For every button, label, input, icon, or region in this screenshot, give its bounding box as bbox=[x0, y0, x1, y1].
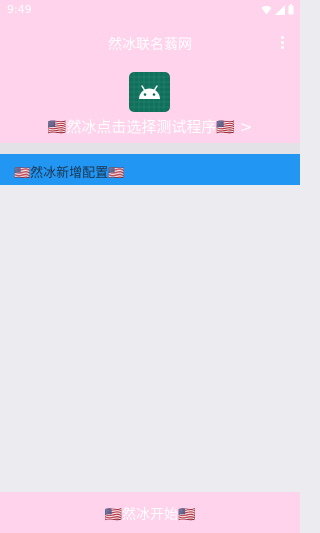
start-button-label: 🇺🇸然冰开始🇺🇸 bbox=[104, 507, 196, 523]
status-bar: 9:49 bbox=[0, 0, 300, 22]
section-divider bbox=[0, 143, 300, 154]
overflow-dot-icon bbox=[281, 41, 284, 44]
overflow-dot-icon bbox=[281, 36, 284, 39]
overflow-menu-button[interactable] bbox=[274, 35, 290, 51]
signal-icon bbox=[275, 4, 285, 15]
header-area: 9:49 然冰联名蓊网 🇺🇸然冰点击选择测试程序🇺🇸 > bbox=[0, 0, 300, 143]
select-test-program-button[interactable]: 🇺🇸然冰点击选择测试程序🇺🇸 > bbox=[0, 116, 300, 137]
app-bar: 然冰联名蓊网 bbox=[0, 22, 300, 66]
overflow-dot-icon bbox=[281, 46, 284, 49]
battery-icon bbox=[288, 4, 294, 15]
start-button[interactable]: 🇺🇸然冰开始🇺🇸 bbox=[0, 492, 300, 533]
list-item[interactable]: 🇺🇸然冰新增配置🇺🇸 bbox=[0, 154, 300, 185]
status-time: 9:49 bbox=[7, 3, 32, 16]
wifi-icon bbox=[261, 5, 272, 14]
app-title: 然冰联名蓊网 bbox=[108, 37, 192, 53]
android-icon bbox=[129, 72, 170, 112]
status-icons bbox=[261, 4, 294, 15]
app-icon[interactable] bbox=[129, 72, 170, 112]
config-item-label: 🇺🇸然冰新增配置🇺🇸 bbox=[14, 166, 125, 181]
